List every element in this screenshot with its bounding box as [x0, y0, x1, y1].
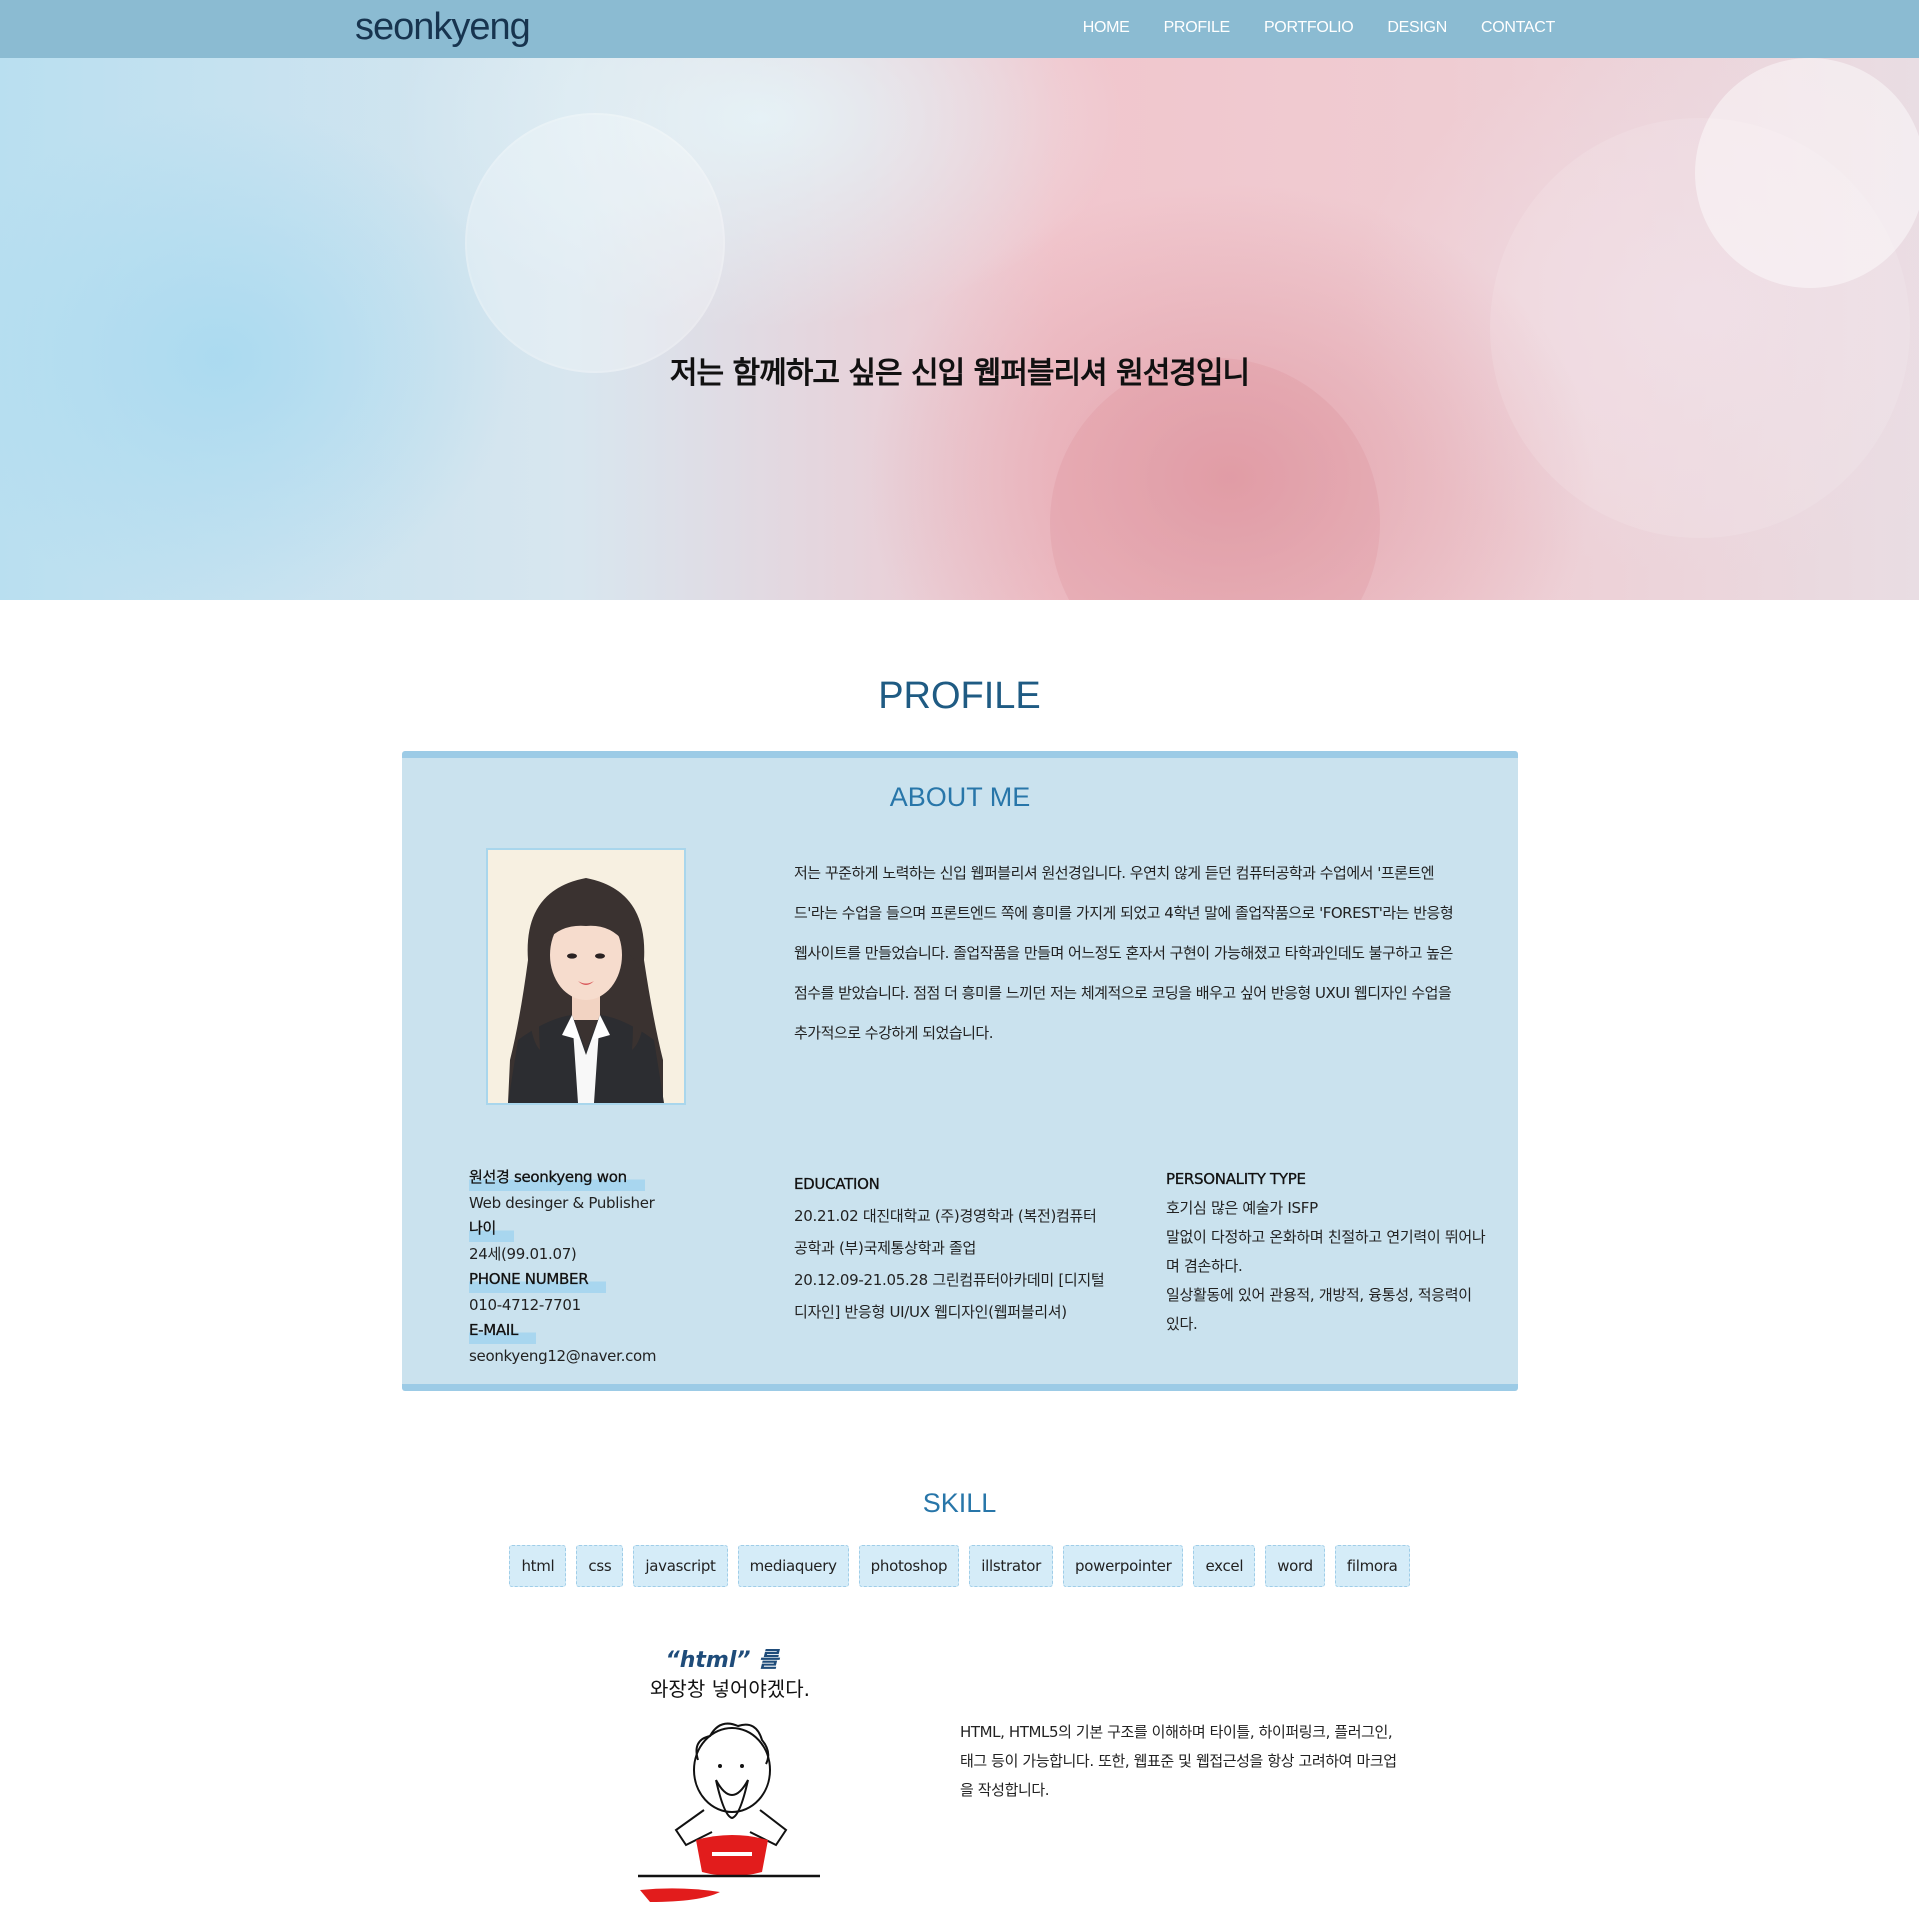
skill-tag-html[interactable]: html: [509, 1545, 567, 1587]
top-navigation-bar: seonkyeng HOME PROFILE PORTFOLIO DESIGN …: [0, 0, 1919, 58]
skill-section-title: SKILL: [922, 1488, 997, 1518]
html-skill-description: HTML, HTML5의 기본 구조를 이해하며 타이틀, 하이퍼링크, 플러그…: [960, 1718, 1430, 1805]
hero-banner: 저는 함께하고 싶은 신입 웹퍼블리셔 원선경입니: [0, 58, 1919, 600]
age-label: 나이: [469, 1216, 515, 1242]
about-line: 점수를 받았습니다. 점점 더 흥미를 느끼던 저는 체계적으로 코딩을 배우고…: [794, 984, 1452, 1002]
name-label: 원선경 seonkyeng won: [469, 1165, 645, 1191]
about-line: 저는 꾸준하게 노력하는 신입 웹퍼블리셔 원선경입니다. 우연치 않게 듣던 …: [794, 864, 1435, 882]
cartoon-caption-1: “html” 를: [666, 1648, 781, 1673]
phone-label: PHONE NUMBER: [469, 1267, 607, 1293]
education-line: 20.12.09-21.05.28 그린컴퓨터아카데미 [디지털: [794, 1271, 1105, 1289]
skill-tag-list: html css javascript mediaquery photoshop…: [0, 1545, 1919, 1587]
education-line: 공학과 (부)국제통상학과 졸업: [794, 1239, 977, 1257]
about-line: 추가적으로 수강하게 되었습니다.: [794, 1024, 994, 1042]
profile-section-title: PROFILE: [878, 675, 1041, 717]
skill-tag-photoshop[interactable]: photoshop: [858, 1545, 960, 1587]
education-line: 디자인] 반응형 UI/UX 웹디자인(웹퍼블리셔): [794, 1303, 1067, 1321]
hero-headline: 저는 함께하고 싶은 신입 웹퍼블리셔 원선경입니: [669, 356, 1250, 391]
skill-tag-illstrator[interactable]: illstrator: [969, 1545, 1054, 1587]
site-logo[interactable]: seonkyeng: [355, 0, 531, 58]
nav-profile-link[interactable]: PROFILE: [1164, 0, 1231, 58]
html-desc-line: 태그 등이 가능합니다. 또한, 웹표준 및 웹접근성을 항상 고려하여 마크업: [960, 1752, 1397, 1770]
email-value[interactable]: seonkyeng12@naver.com: [469, 1344, 729, 1370]
personality-line: 말없이 다정하고 온화하며 친절하고 연기력이 뛰어나: [1166, 1228, 1486, 1246]
nav-design-link[interactable]: DESIGN: [1387, 0, 1447, 58]
education-label: EDUCATION: [794, 1175, 880, 1193]
personality-line: 있다.: [1166, 1315, 1198, 1333]
html-cartoon-illustration: “html” 를 와장창 넣어야겠다.: [620, 1640, 840, 1920]
personality-line: 며 겸손하다.: [1166, 1257, 1243, 1275]
bokeh-light: [1050, 358, 1380, 600]
phone-value: 010-4712-7701: [469, 1295, 581, 1314]
personal-info-column: 원선경 seonkyeng won Web desinger & Publish…: [469, 1165, 729, 1369]
skill-tag-css[interactable]: css: [576, 1545, 624, 1587]
about-me-title: ABOUT ME: [889, 782, 1031, 812]
nav-contact-link[interactable]: CONTACT: [1481, 0, 1555, 58]
education-column: EDUCATION 20.21.02 대진대학교 (주)경영학과 (복전)컴퓨터…: [794, 1168, 1124, 1328]
cartoon-caption-2: 와장창 넣어야겠다.: [650, 1677, 810, 1701]
skill-tag-mediaquery[interactable]: mediaquery: [737, 1545, 849, 1587]
bokeh-light: [1695, 58, 1919, 288]
profile-photo: [486, 848, 686, 1105]
about-me-description: 저는 꾸준하게 노력하는 신입 웹퍼블리셔 원선경입니다. 우연치 않게 듣던 …: [794, 853, 1494, 1053]
personality-column: PERSONALITY TYPE 호기심 많은 예술가 ISFP 말없이 다정하…: [1166, 1165, 1506, 1339]
html-desc-line: HTML, HTML5의 기본 구조를 이해하며 타이틀, 하이퍼링크, 플러그…: [960, 1723, 1393, 1741]
about-line: 웹사이트를 만들었습니다. 졸업작품을 만들며 어느정도 혼자서 구현이 가능해…: [794, 944, 1453, 962]
personality-line: 호기심 많은 예술가 ISFP: [1166, 1199, 1318, 1217]
main-nav: HOME PROFILE PORTFOLIO DESIGN CONTACT: [1049, 0, 1556, 58]
html-desc-line: 을 작성합니다.: [960, 1781, 1050, 1799]
skill-tag-filmora[interactable]: filmora: [1334, 1545, 1410, 1587]
about-line: 드'라는 수업을 들으며 프론트엔드 쪽에 흥미를 가지게 되었고 4학년 말에…: [794, 904, 1454, 922]
nav-home-link[interactable]: HOME: [1083, 0, 1130, 58]
email-label: E-MAIL: [469, 1318, 537, 1344]
skill-tag-javascript[interactable]: javascript: [633, 1545, 728, 1587]
portrait-image: [488, 850, 684, 1103]
role-text: Web desinger & Publisher: [469, 1193, 655, 1212]
age-value: 24세(99.01.07): [469, 1244, 577, 1263]
about-me-card: ABOUT ME 저는 꾸준하게 노력하는 신입 웹퍼블리셔 원선경입니다. 우…: [402, 751, 1518, 1391]
skill-tag-powerpointer[interactable]: powerpointer: [1063, 1545, 1184, 1587]
bokeh-light: [465, 113, 725, 373]
education-line: 20.21.02 대진대학교 (주)경영학과 (복전)컴퓨터: [794, 1207, 1097, 1225]
cartoon-drawing: “html” 를 와장창 넣어야겠다.: [638, 1648, 820, 1902]
skill-tag-excel[interactable]: excel: [1193, 1545, 1256, 1587]
personality-line: 일상활동에 있어 관용적, 개방적, 융통성, 적응력이: [1166, 1286, 1472, 1304]
personality-label: PERSONALITY TYPE: [1166, 1170, 1306, 1188]
nav-portfolio-link[interactable]: PORTFOLIO: [1264, 0, 1354, 58]
skill-tag-word[interactable]: word: [1265, 1545, 1325, 1587]
